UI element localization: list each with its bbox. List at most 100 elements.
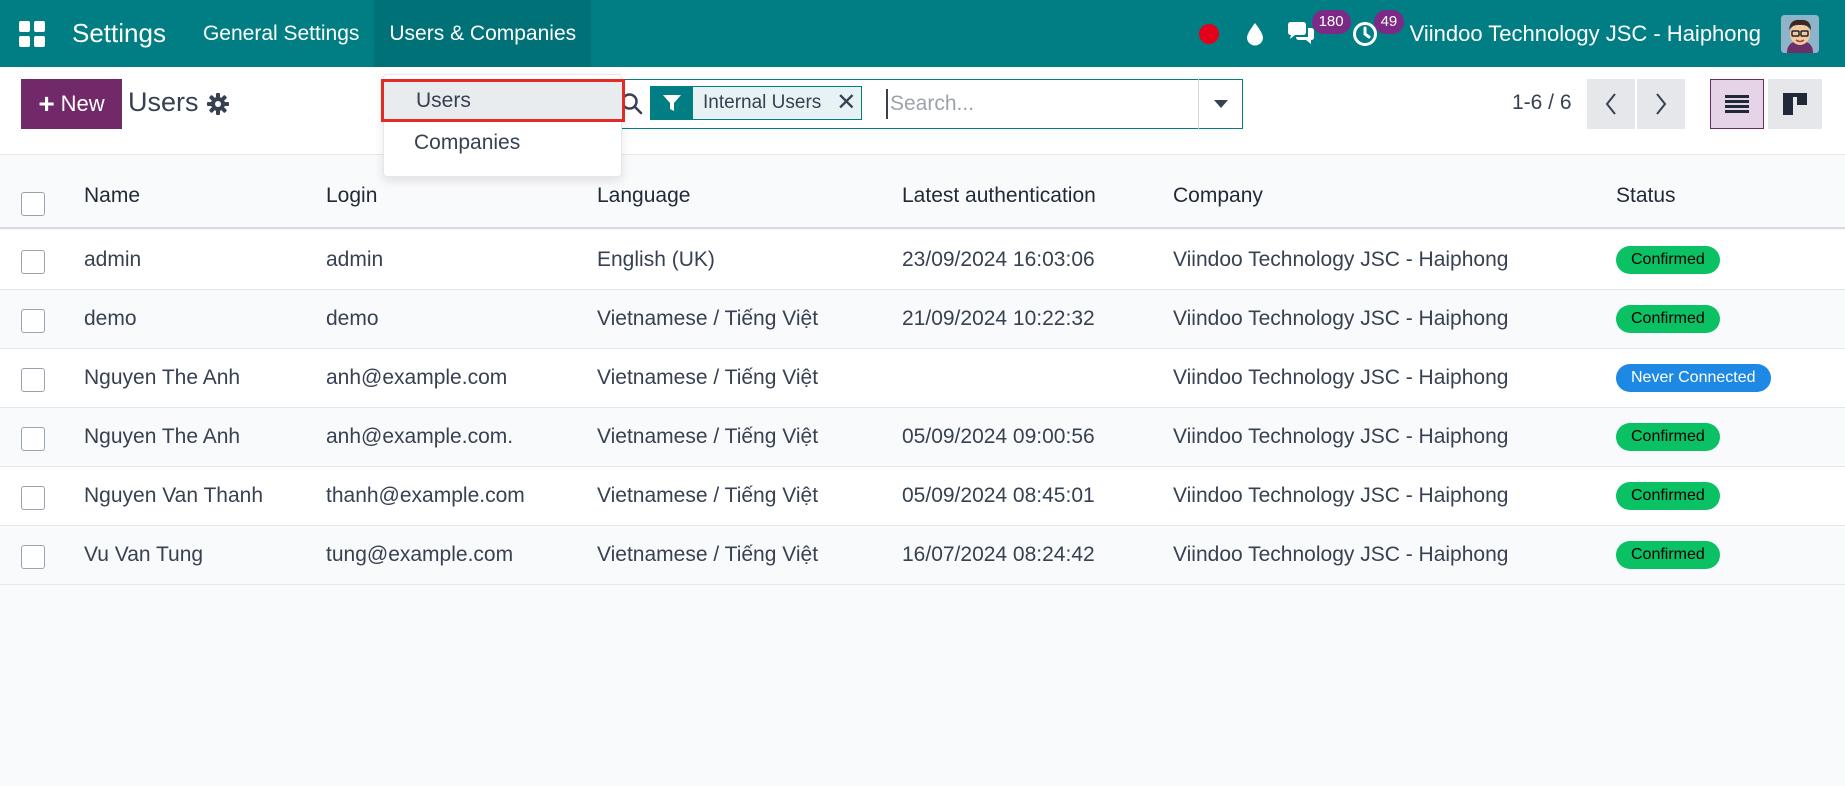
cell-name: Nguyen Van Thanh (84, 484, 264, 507)
cell-company: Viindoo Technology JSC - Haiphong (1173, 307, 1509, 330)
list-view-button[interactable] (1710, 79, 1764, 129)
column-header-login[interactable]: Login (326, 165, 377, 227)
search-input[interactable] (886, 89, 1186, 119)
cell-latest-authentication: 05/09/2024 09:00:56 (902, 425, 1095, 448)
cell-status: Confirmed (1616, 290, 1720, 348)
cell-status: Confirmed (1616, 526, 1720, 584)
menu-users-companies[interactable]: Users & Companies (374, 0, 592, 67)
row-checkbox[interactable] (21, 250, 45, 274)
filter-facet: Internal Users ✕ (650, 86, 863, 120)
cell-company: Viindoo Technology JSC - Haiphong (1173, 425, 1509, 448)
cell-login: admin (326, 248, 384, 271)
chat-icon (1287, 21, 1314, 44)
row-checkbox[interactable] (21, 309, 45, 333)
plus-icon: + (38, 88, 55, 119)
dropdown-item-companies[interactable]: Companies (384, 123, 621, 163)
new-button-label: New (60, 91, 105, 116)
cell-status: Confirmed (1616, 231, 1720, 289)
control-panel: + New Users Internal Users ✕ 1-6 / 6 (0, 67, 1845, 155)
new-button[interactable]: + New (21, 79, 122, 129)
company-switcher[interactable]: Viindoo Technology JSC - Haiphong (1410, 21, 1761, 47)
cell-language: Vietnamese / Tiếng Việt (597, 307, 819, 330)
chevron-right-icon (1656, 93, 1667, 115)
select-all-checkbox[interactable] (21, 192, 45, 216)
cell-latest-authentication: 21/09/2024 10:22:32 (902, 307, 1095, 330)
cell-login: demo (326, 307, 379, 330)
messages-button[interactable]: 180 (1278, 0, 1351, 67)
cell-language: English (UK) (597, 248, 715, 271)
cell-latest-authentication: 16/07/2024 08:24:42 (902, 543, 1095, 566)
cell-name: Nguyen The Anh (84, 425, 241, 448)
cell-status: Never Connected (1616, 349, 1771, 407)
record-button[interactable] (1186, 0, 1232, 67)
table-row[interactable]: Nguyen The Anh anh@example.com Vietnamese … (0, 349, 1845, 408)
gear-icon[interactable] (206, 92, 230, 116)
row-checkbox[interactable] (21, 545, 45, 569)
cell-name: Nguyen The Anh (84, 366, 241, 389)
status-badge: Confirmed (1616, 246, 1720, 274)
row-checkbox[interactable] (21, 427, 45, 451)
cell-language: Vietnamese / Tiếng Việt (597, 543, 819, 566)
cell-company: Viindoo Technology JSC - Haiphong (1173, 366, 1509, 389)
cell-company: Viindoo Technology JSC - Haiphong (1173, 484, 1509, 507)
app-title[interactable]: Settings (72, 18, 166, 49)
status-badge: Confirmed (1616, 423, 1720, 451)
table-row[interactable]: Vu Van Tung tung@example.com Vietnamese / … (0, 526, 1845, 585)
column-header-latest-authentication[interactable]: Latest authentication (902, 165, 1096, 227)
table-row[interactable]: demo demo Vietnamese / Tiếng Việt 21/09/202… (0, 290, 1845, 349)
table-header: Name Login Language Latest authenticatio… (0, 165, 1845, 229)
apps-menu-button[interactable] (0, 0, 64, 67)
user-avatar[interactable] (1781, 14, 1819, 53)
top-navbar: Settings General Settings Users & Compan… (0, 0, 1845, 67)
cell-company: Viindoo Technology JSC - Haiphong (1173, 543, 1509, 566)
cell-status: Confirmed (1616, 408, 1720, 466)
facet-label: Internal Users (703, 92, 822, 113)
table-row[interactable]: Nguyen Van Thanh thanh@example.com Vietnam… (0, 467, 1845, 526)
dropdown-item-users[interactable]: Users (381, 79, 625, 122)
caret-down-icon (1214, 100, 1228, 108)
cell-language: Vietnamese / Tiếng Việt (597, 366, 819, 389)
pager-previous-button[interactable] (1587, 79, 1635, 129)
apps-grid-icon (19, 20, 45, 47)
activities-button[interactable]: 49 (1342, 0, 1405, 67)
cell-login: anh@example.com (326, 366, 508, 389)
cell-language: Vietnamese / Tiếng Việt (597, 484, 819, 507)
filter-icon (651, 87, 693, 119)
status-badge: Never Connected (1616, 364, 1771, 392)
theme-button[interactable] (1232, 0, 1278, 67)
cell-name: demo (84, 307, 137, 330)
chevron-left-icon (1605, 93, 1616, 115)
kanban-view-button[interactable] (1768, 79, 1822, 129)
list-icon (1725, 95, 1749, 113)
menu-general-settings[interactable]: General Settings (188, 0, 374, 67)
pager-next-button[interactable] (1637, 79, 1685, 129)
status-badge: Confirmed (1616, 482, 1720, 510)
column-header-name[interactable]: Name (84, 165, 140, 227)
column-header-company[interactable]: Company (1173, 165, 1263, 227)
breadcrumb-title: Users (128, 87, 199, 117)
activities-count-badge: 49 (1373, 10, 1405, 34)
column-header-status[interactable]: Status (1616, 165, 1676, 227)
pager-value[interactable]: 1-6 / 6 (1512, 91, 1572, 115)
cell-name: Vu Van Tung (84, 543, 204, 566)
table-row[interactable]: Nguyen The Anh anh@example.com. Vietnamese… (0, 408, 1845, 467)
cell-login: anh@example.com. (326, 425, 514, 448)
cell-login: thanh@example.com (326, 484, 525, 507)
table-row[interactable]: admin admin English (UK) 23/09/2024 16:03:0… (0, 231, 1845, 290)
cell-latest-authentication: 05/09/2024 08:45:01 (902, 484, 1095, 507)
row-checkbox[interactable] (21, 368, 45, 392)
cell-login: tung@example.com (326, 543, 514, 566)
row-checkbox[interactable] (21, 486, 45, 510)
cell-status: Confirmed (1616, 467, 1720, 525)
status-badge: Confirmed (1616, 541, 1720, 569)
search-options-toggle[interactable] (1198, 79, 1243, 129)
facet-remove-icon[interactable]: ✕ (831, 87, 861, 119)
cell-company: Viindoo Technology JSC - Haiphong (1173, 248, 1509, 271)
cell-language: Vietnamese / Tiếng Việt (597, 425, 819, 448)
status-badge: Confirmed (1616, 305, 1720, 333)
cell-latest-authentication: 23/09/2024 16:03:06 (902, 248, 1095, 271)
record-dot-icon (1198, 23, 1219, 44)
kanban-icon (1783, 93, 1807, 115)
users-companies-dropdown: Users Companies (381, 74, 625, 177)
cell-name: admin (84, 248, 142, 271)
